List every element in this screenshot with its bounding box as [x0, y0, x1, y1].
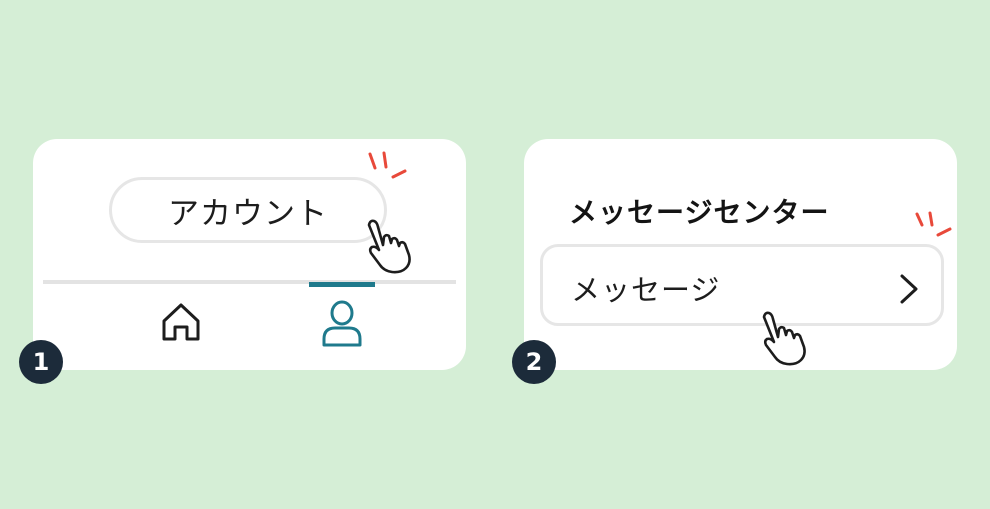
- active-tab-indicator: [309, 282, 375, 287]
- chevron-right-icon: [900, 274, 918, 304]
- person-icon[interactable]: [321, 299, 363, 349]
- tap-burst-icon: [915, 211, 952, 237]
- home-icon[interactable]: [159, 299, 203, 343]
- account-button[interactable]: アカウント: [109, 177, 387, 243]
- messages-row-label: メッセージ: [571, 273, 721, 307]
- step-1-panel: アカウント: [33, 139, 466, 370]
- tab-bar-divider: [43, 280, 456, 284]
- pointing-hand-icon: [367, 219, 411, 274]
- messages-row[interactable]: メッセージ: [540, 244, 944, 326]
- pointing-hand-icon: [762, 311, 806, 366]
- section-title: メッセージセンター: [569, 196, 830, 229]
- tap-burst-icon: [368, 151, 407, 179]
- step-2-panel: メッセージセンター メッセージ: [524, 139, 957, 370]
- step-badge-1: 1: [19, 340, 63, 384]
- step-badge-2: 2: [512, 340, 556, 384]
